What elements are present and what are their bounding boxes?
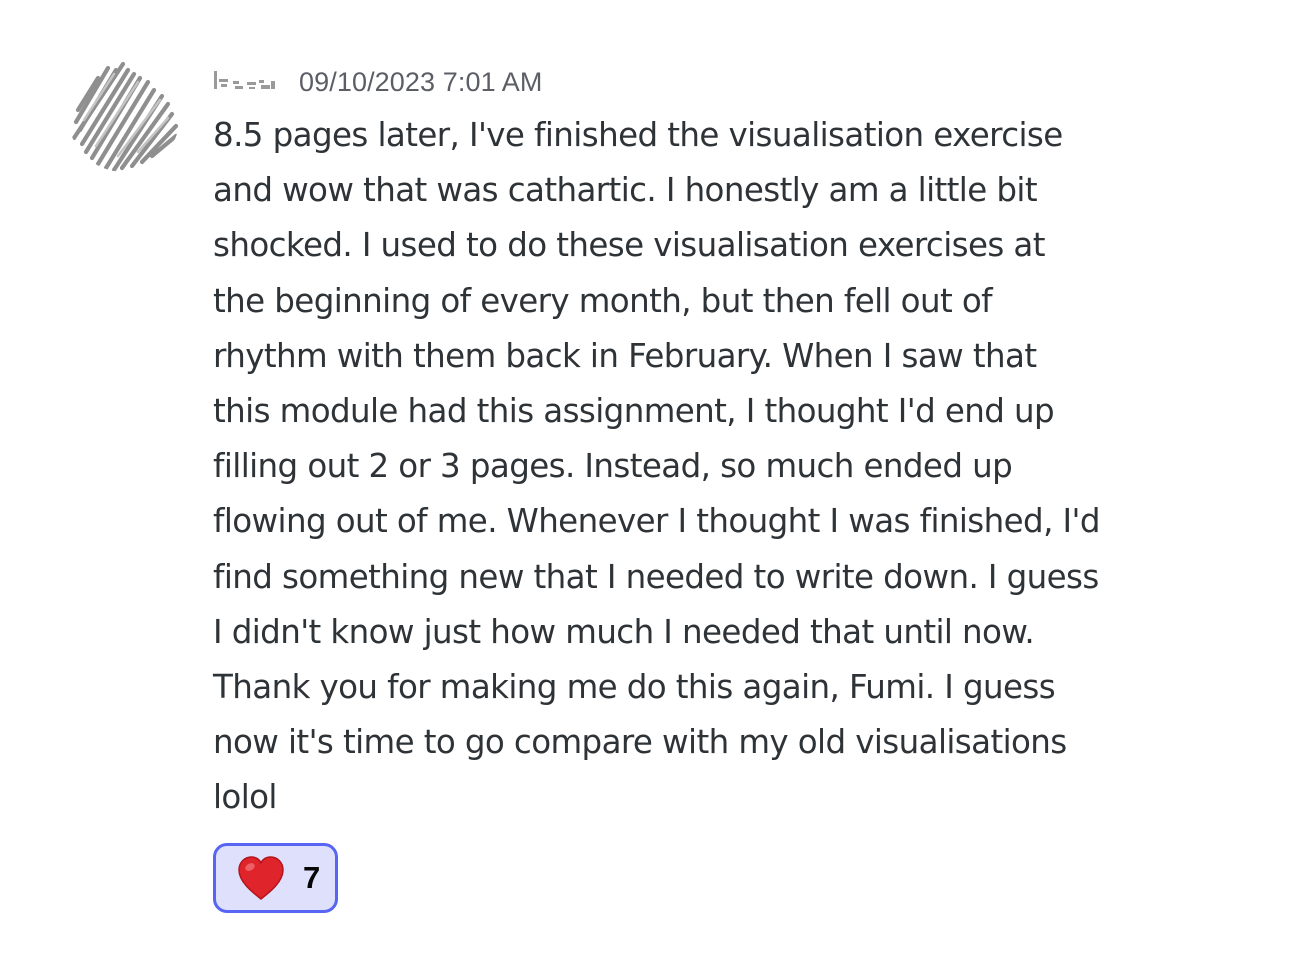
heart-icon — [236, 855, 286, 901]
message-line: shocked. I used to do these visualisatio… — [213, 226, 1045, 265]
message-line: now it's time to go compare with my old … — [213, 723, 1067, 762]
reaction-count: 7 — [303, 860, 321, 895]
username-redacted[interactable] — [213, 67, 279, 97]
chat-message: 09/10/2023 7:01 AM 8.5 pages later, I've… — [0, 0, 1290, 972]
message-line: Thank you for making me do this again, F… — [213, 668, 1056, 707]
redacted-username-image — [214, 71, 275, 89]
message-header: 09/10/2023 7:01 AM — [213, 64, 543, 100]
message-line: flowing out of me. Whenever I thought I … — [213, 502, 1100, 541]
message-line: find something new that I needed to writ… — [213, 557, 1099, 596]
avatar[interactable] — [68, 60, 180, 172]
message-line: lolol — [213, 778, 277, 817]
message-line: this module had this assignment, I thoug… — [213, 392, 1055, 431]
message-line: 8.5 pages later, I've finished the visua… — [213, 116, 1063, 154]
heart-reaction-button[interactable]: 7 — [213, 843, 338, 913]
message-line: the beginning of every month, but then f… — [213, 281, 993, 320]
message-line: I didn't know just how much I needed tha… — [213, 612, 1035, 651]
scribbled-avatar-image — [69, 61, 179, 172]
message-line: and wow that was cathartic. I honestly a… — [213, 171, 1038, 210]
message-timestamp: 09/10/2023 7:01 AM — [299, 66, 543, 97]
message-line: filling out 2 or 3 pages. Instead, so mu… — [213, 447, 1013, 486]
message-line: rhythm with them back in February. When … — [213, 336, 1037, 375]
message-content: 8.5 pages later, I've finished the visua… — [213, 108, 1223, 826]
